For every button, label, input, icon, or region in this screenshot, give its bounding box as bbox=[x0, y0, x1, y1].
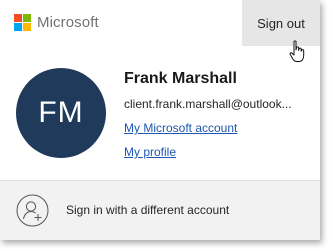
brand-name: Microsoft bbox=[37, 14, 99, 31]
sign-out-button[interactable]: Sign out bbox=[242, 0, 320, 46]
hand-cursor-icon bbox=[289, 40, 305, 62]
microsoft-logo: Microsoft bbox=[14, 14, 99, 31]
avatar: FM bbox=[16, 68, 106, 158]
add-person-icon bbox=[16, 194, 49, 227]
my-profile-link[interactable]: My profile bbox=[124, 145, 176, 159]
account-email: client.frank.marshall@outlook... bbox=[124, 97, 292, 111]
microsoft-logo-icon bbox=[14, 14, 31, 31]
my-microsoft-account-link[interactable]: My Microsoft account bbox=[124, 121, 237, 135]
account-manager-card: Microsoft Sign out FM Frank Marshall cli… bbox=[0, 0, 320, 240]
sign-in-different-account-button[interactable]: Sign in with a different account bbox=[0, 181, 320, 240]
account-name: Frank Marshall bbox=[124, 70, 237, 87]
sign-in-different-account-label: Sign in with a different account bbox=[66, 203, 230, 217]
